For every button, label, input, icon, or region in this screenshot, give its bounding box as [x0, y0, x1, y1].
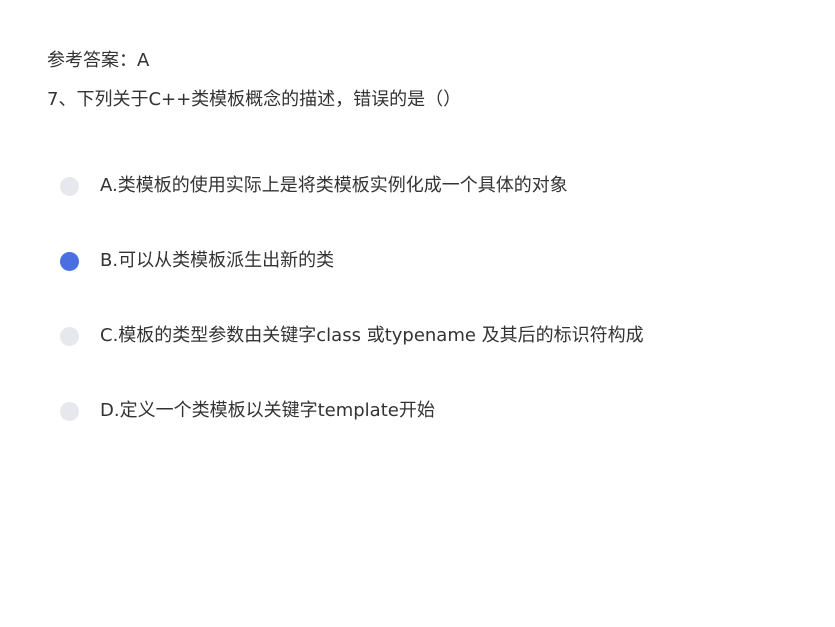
option-c[interactable]: C.模板的类型参数由关键字class 或typename 及其后的标识符构成 — [60, 321, 644, 351]
option-a[interactable]: A.类模板的使用实际上是将类模板实例化成一个具体的对象 — [60, 171, 568, 201]
answer-reference: 参考答案：A — [47, 50, 150, 71]
radio-button-a[interactable] — [60, 176, 79, 196]
option-b-label: B.可以从类模板派生出新的类 — [100, 250, 335, 271]
radio-button-d[interactable] — [60, 401, 79, 421]
radio-button-c[interactable] — [60, 326, 79, 346]
option-b[interactable]: B.可以从类模板派生出新的类 — [60, 246, 334, 276]
option-c-label: C.模板的类型参数由关键字class 或typename 及其后的标识符构成 — [100, 325, 644, 346]
question-text: 7、下列关于C++类模板概念的描述，错误的是（） — [47, 89, 462, 110]
radio-button-b[interactable] — [60, 251, 79, 271]
option-a-label: A.类模板的使用实际上是将类模板实例化成一个具体的对象 — [100, 175, 568, 196]
option-d[interactable]: D.定义一个类模板以关键字template开始 — [60, 396, 435, 426]
option-d-label: D.定义一个类模板以关键字template开始 — [100, 400, 435, 421]
